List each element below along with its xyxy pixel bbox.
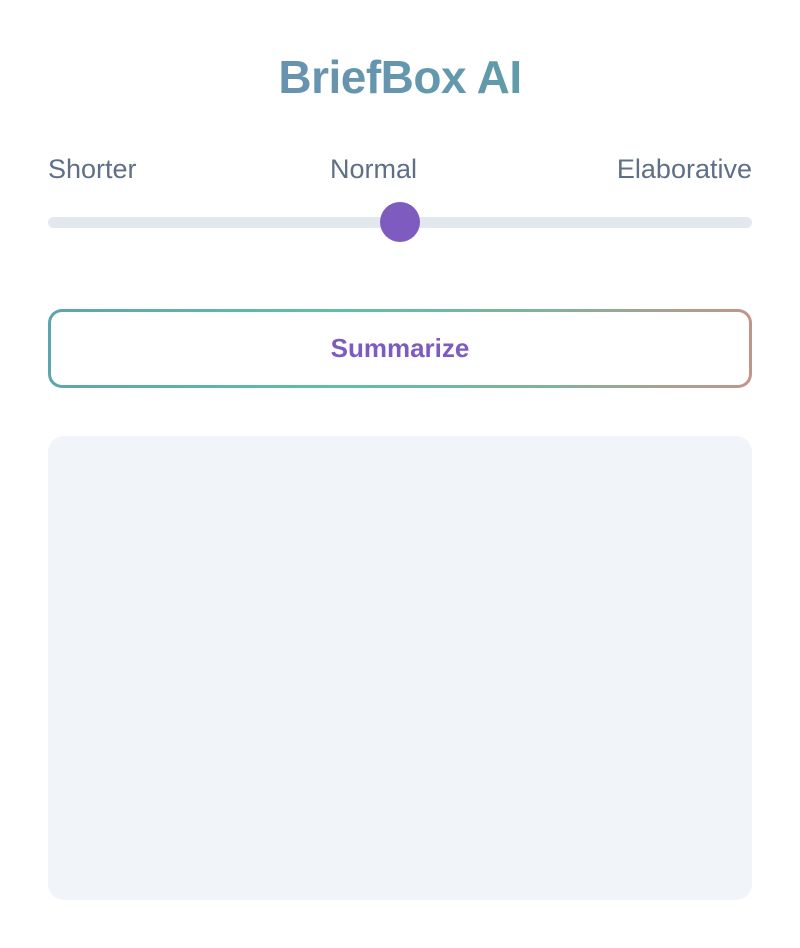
length-label-shorter: Shorter [48, 154, 137, 184]
summarize-button-label: Summarize [330, 333, 470, 363]
summary-length-slider[interactable] [48, 202, 752, 242]
summary-output-area[interactable] [48, 436, 752, 900]
length-label-normal: Normal [330, 154, 418, 184]
length-label-elaborative: Elaborative [616, 154, 752, 184]
summarize-button[interactable]: Summarize [48, 309, 752, 388]
summary-length-labels: Shorter Normal Elaborative [48, 150, 752, 188]
slider-thumb[interactable] [380, 202, 420, 242]
app-title: BriefBox AI [0, 48, 800, 106]
